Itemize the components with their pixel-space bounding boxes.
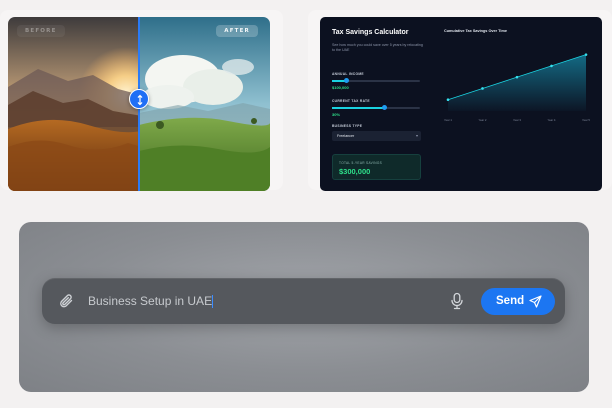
x-tick-label: Year 3 xyxy=(513,118,521,122)
business-type-select[interactable]: Freelancer ▾ xyxy=(332,131,421,141)
tax-calculator: Tax Savings Calculator See how much you … xyxy=(320,17,602,191)
x-tick-label: Year 4 xyxy=(548,118,556,122)
annual-income-slider[interactable] xyxy=(332,78,420,83)
send-button-label: Send xyxy=(496,295,525,307)
text-cursor xyxy=(212,295,213,308)
calculator-description: See how much you could save over 5 years… xyxy=(332,43,423,52)
microphone-icon[interactable] xyxy=(450,292,464,310)
chat-input-bar: Send xyxy=(42,278,565,324)
chart-point xyxy=(550,64,553,68)
chart-point xyxy=(515,75,519,79)
chart-point xyxy=(584,53,588,56)
annual-income-value: $100,000 xyxy=(332,85,349,90)
after-label: AFTER xyxy=(216,25,258,37)
before-after-card: BEFORE AFTER xyxy=(0,10,283,191)
tax-rate-value: 30% xyxy=(332,112,341,117)
before-label: BEFORE xyxy=(17,25,65,37)
annual-income-label: ANNUAL INCOME xyxy=(332,72,364,76)
slider-knob[interactable] xyxy=(344,78,350,83)
savings-chart: Year 1 Year 2 Year 3 Year 4 Year 5 xyxy=(444,53,590,122)
chat-input[interactable] xyxy=(88,290,428,312)
tax-calculator-card: Tax Savings Calculator See how much you … xyxy=(308,10,612,191)
drag-arrows-icon xyxy=(137,94,143,106)
send-button[interactable]: Send xyxy=(481,288,555,315)
x-tick-label: Year 5 xyxy=(582,118,590,122)
business-type-value: Freelancer xyxy=(337,134,355,138)
slider-fill xyxy=(332,107,385,109)
x-tick-label: Year 1 xyxy=(444,118,452,122)
chart-point xyxy=(481,87,484,90)
business-type-label: BUSINESS TYPE xyxy=(332,124,363,128)
before-after-comparison[interactable]: BEFORE AFTER xyxy=(8,17,270,191)
comparison-drag-handle[interactable] xyxy=(129,89,149,109)
paper-plane-icon xyxy=(529,295,542,308)
tax-rate-label: CURRENT TAX RATE xyxy=(332,99,370,103)
tax-rate-slider[interactable] xyxy=(332,105,420,110)
chart-point xyxy=(446,98,450,102)
total-savings-value: $300,000 xyxy=(339,167,371,176)
total-savings-box: TOTAL 5-YEAR SAVINGS $300,000 xyxy=(332,154,421,180)
slider-knob[interactable] xyxy=(382,105,388,110)
total-savings-label: TOTAL 5-YEAR SAVINGS xyxy=(339,161,383,165)
calculator-title: Tax Savings Calculator xyxy=(332,29,409,36)
x-tick-label: Year 2 xyxy=(479,118,487,122)
chart-title: Cumulative Tax Savings Over Time xyxy=(444,29,507,33)
chevron-down-icon: ▾ xyxy=(415,133,418,138)
chart-area xyxy=(448,54,586,111)
paperclip-icon[interactable] xyxy=(59,292,75,310)
